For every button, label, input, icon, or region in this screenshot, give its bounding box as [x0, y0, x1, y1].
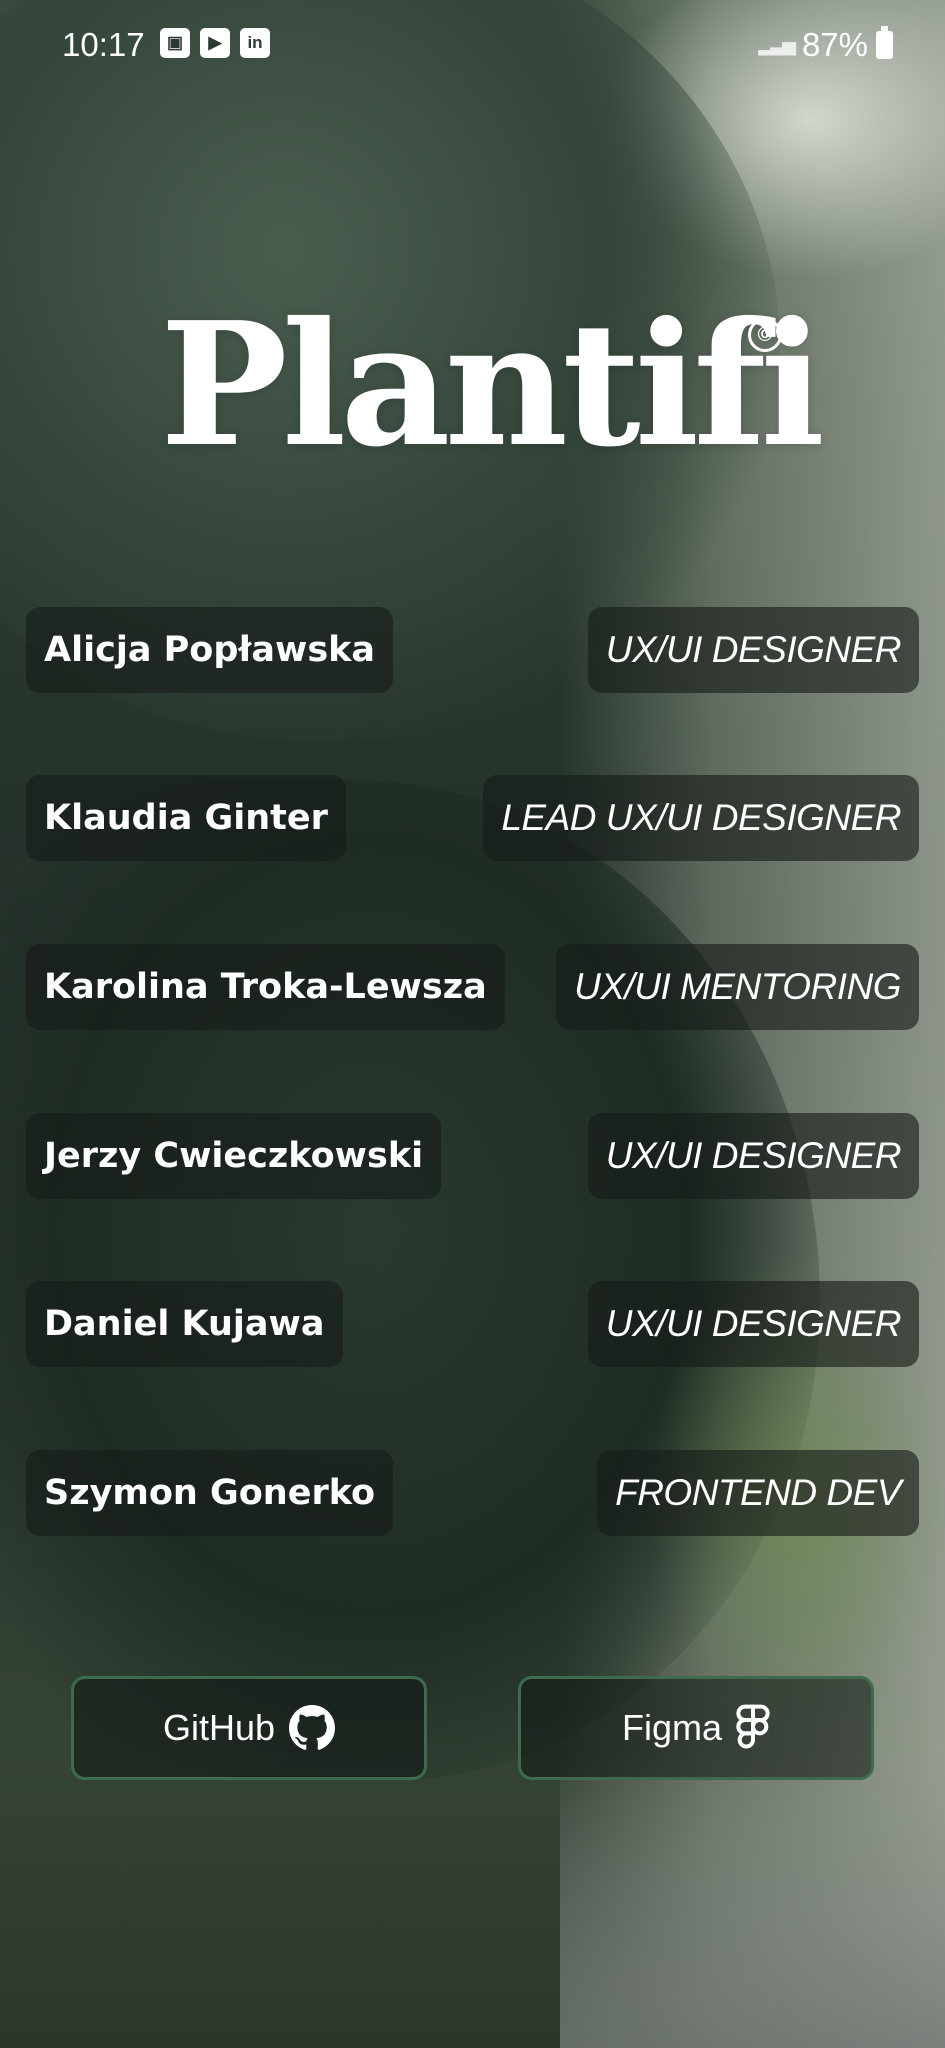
linkedin-icon: in [240, 28, 270, 58]
team-member: Jerzy Cwieczkowski UX/UI DESIGNER [0, 1113, 945, 1199]
member-role: FRONTEND DEV [597, 1450, 919, 1536]
battery-icon [876, 26, 893, 59]
member-name: Klaudia Ginter [26, 775, 346, 861]
member-role: UX/UI DESIGNER [587, 1113, 919, 1199]
copyright-mark: © [748, 318, 782, 352]
notification-icons: ▣ ▶ in [160, 28, 270, 58]
github-label: GitHub [162, 1707, 276, 1748]
member-name: Alicja Popławska [26, 607, 394, 693]
github-icon [289, 1705, 336, 1751]
member-role: UX/UI DESIGNER [587, 607, 919, 693]
youtube-icon: ▶ [200, 28, 230, 58]
member-role: LEAD UX/UI DESIGNER [483, 775, 919, 861]
figma-button[interactable]: Figma [518, 1676, 874, 1780]
member-role: UX/UI MENTORING [556, 944, 919, 1030]
image-icon: ▣ [160, 28, 190, 58]
member-name: Karolina Troka-Lewsza [26, 944, 505, 1030]
team-member: Karolina Troka-Lewsza UX/UI MENTORING [0, 944, 945, 1030]
team-member: Alicja Popławska UX/UI DESIGNER [0, 607, 945, 693]
member-name: Szymon Gonerko [26, 1450, 394, 1536]
app-logo: Plantifi [160, 285, 825, 485]
figma-icon [736, 1704, 770, 1752]
status-right: ▂▃▅ 87% [758, 26, 893, 64]
member-name: Daniel Kujawa [26, 1281, 343, 1367]
team-member: Daniel Kujawa UX/UI DESIGNER [0, 1281, 945, 1367]
team-member: Klaudia Ginter LEAD UX/UI DESIGNER [0, 775, 945, 861]
team-member: Szymon Gonerko FRONTEND DEV [0, 1450, 945, 1536]
signal-icon: ▂▃▅ [758, 34, 796, 55]
github-button[interactable]: GitHub [71, 1676, 427, 1780]
battery-level: 87% [801, 26, 868, 63]
member-role: UX/UI DESIGNER [587, 1281, 919, 1367]
figma-label: Figma [621, 1707, 723, 1748]
status-time: 10:17 [62, 26, 145, 63]
member-name: Jerzy Cwieczkowski [26, 1113, 442, 1199]
status-bar: 10:17 ▣ ▶ in ▂▃▅ 87% [0, 0, 945, 90]
